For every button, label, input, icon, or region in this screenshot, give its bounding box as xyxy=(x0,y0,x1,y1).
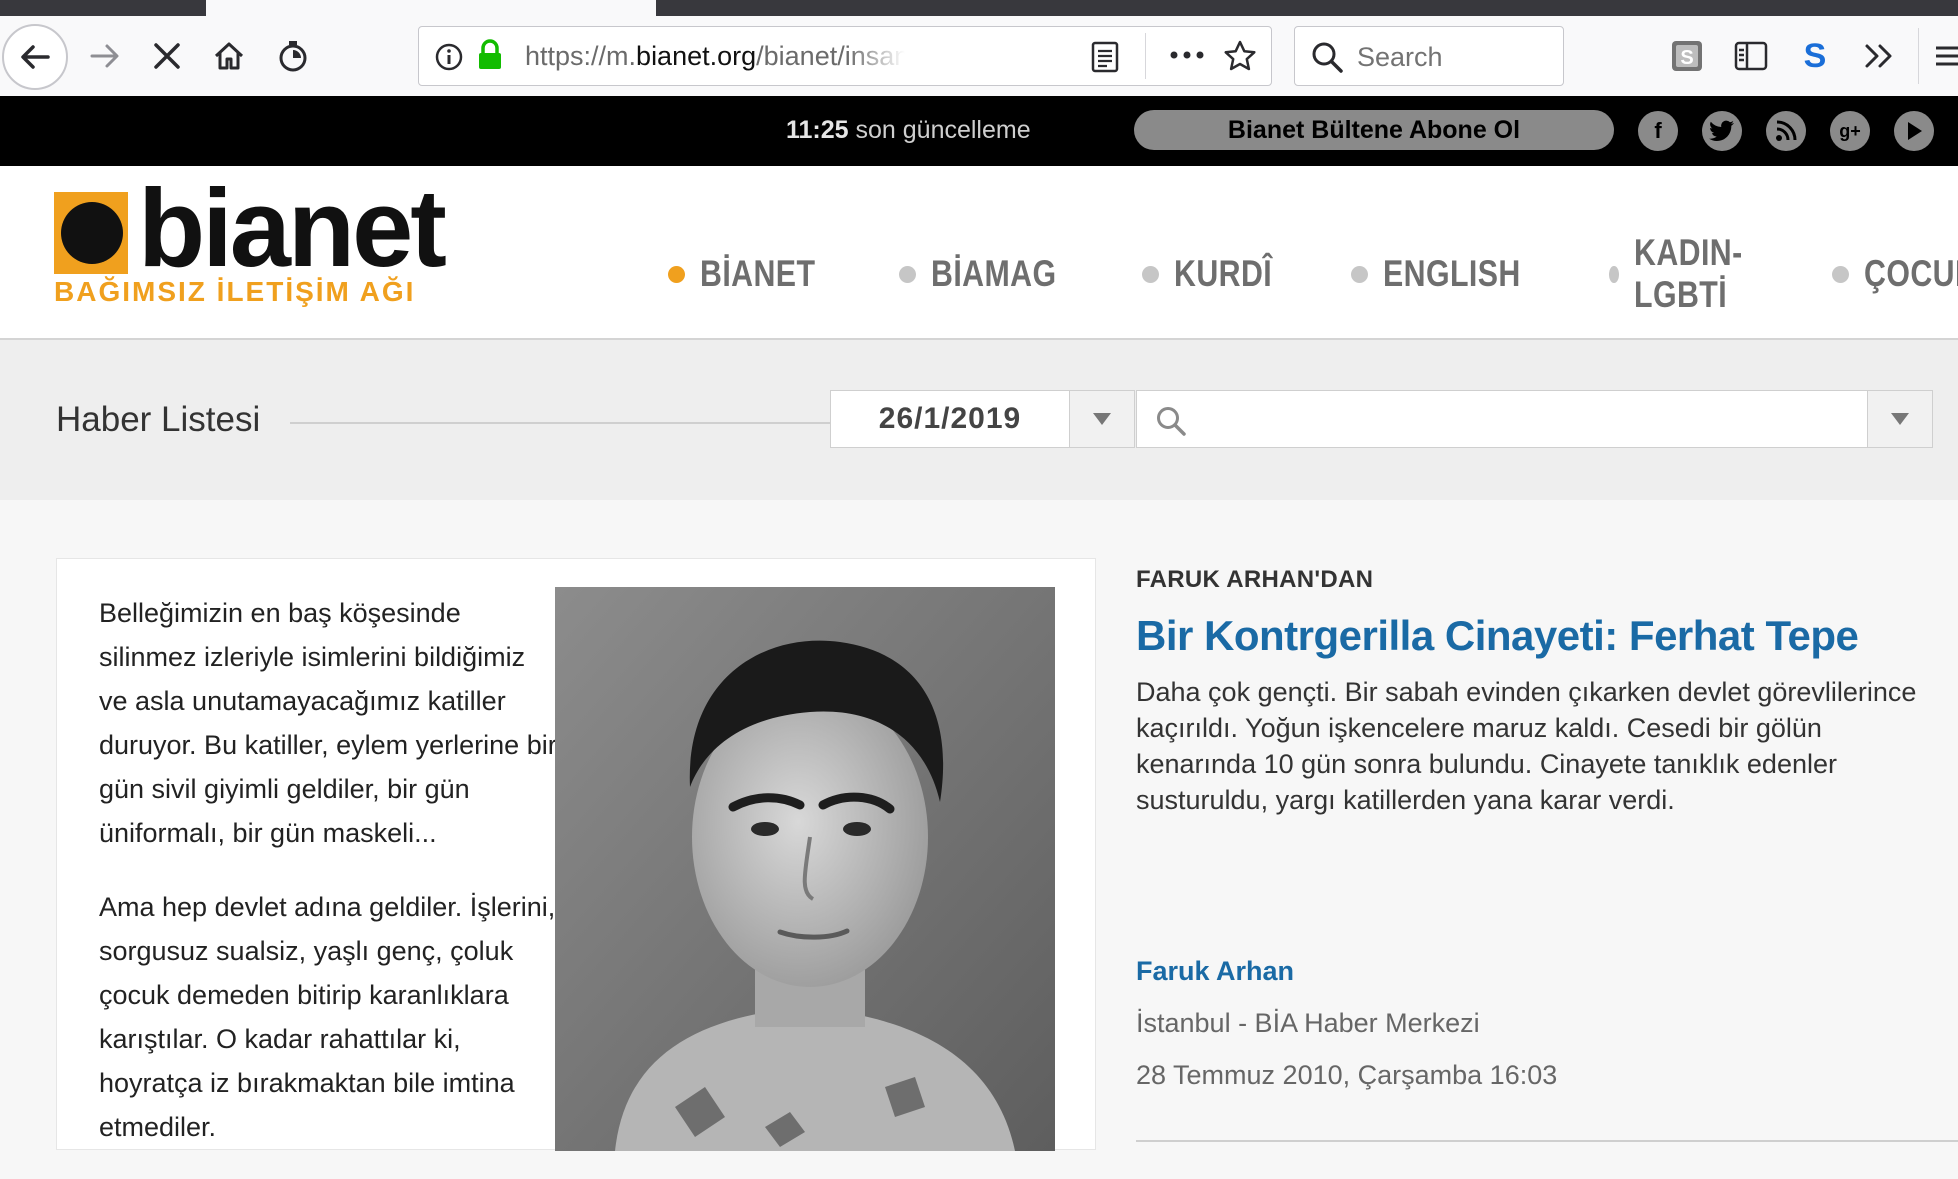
last-update-time: 11:25 xyxy=(786,116,849,144)
forward-button[interactable] xyxy=(82,32,128,80)
active-tab[interactable] xyxy=(206,0,656,16)
date-dropdown-button[interactable] xyxy=(1069,390,1135,448)
article-summary: Daha çok gençti. Bir sabah evinden çıkar… xyxy=(1136,677,1917,815)
twitter-icon[interactable] xyxy=(1702,111,1742,151)
svg-text:S: S xyxy=(1680,47,1693,69)
news-search-input[interactable] xyxy=(1136,390,1868,448)
url-host: bianet.org xyxy=(636,41,757,71)
close-icon xyxy=(154,43,180,69)
main-nav: BİANET BİAMAG KURDÎ ENGLISH KADIN-LGBTİ … xyxy=(668,232,1958,316)
nav-dot-icon xyxy=(1609,265,1620,283)
url-text[interactable]: https://m.bianet.org/bianet/insan-hakla xyxy=(525,41,905,72)
newsletter-subscribe-button[interactable]: Bianet Bültene Abone Ol xyxy=(1134,110,1614,150)
nav-label: KURDÎ xyxy=(1173,253,1272,294)
arrow-left-icon xyxy=(21,45,50,69)
nav-label: KADIN-LGBTİ xyxy=(1634,232,1743,315)
facebook-icon[interactable]: f xyxy=(1638,111,1678,151)
title-divider xyxy=(290,422,830,424)
tab-strip xyxy=(0,0,1958,16)
toolbar-separator xyxy=(1918,28,1919,84)
nav-label: BİANET xyxy=(700,253,816,294)
url-scheme: https://m. xyxy=(525,41,637,71)
site-top-bar: 11:25 son güncelleme Bianet Bültene Abon… xyxy=(0,96,1958,166)
article-photo[interactable] xyxy=(555,587,1055,1151)
logo-mark xyxy=(54,192,136,274)
extension-button[interactable] xyxy=(270,32,316,80)
chevron-double-right-icon xyxy=(1865,44,1892,68)
nav-item-english[interactable]: ENGLISH xyxy=(1351,232,1551,316)
news-list-title: Haber Listesi xyxy=(56,400,261,439)
triangle-down-icon xyxy=(1891,413,1909,425)
browser-search-placeholder: Search xyxy=(1357,42,1443,72)
urlbar-separator xyxy=(1145,33,1146,79)
search-dropdown-button[interactable] xyxy=(1867,390,1933,448)
date-select[interactable]: 26/1/2019 xyxy=(830,390,1070,448)
home-button[interactable] xyxy=(206,32,252,80)
browser-search-bar[interactable]: Search xyxy=(1294,26,1564,86)
sidebar-icon xyxy=(1734,41,1768,71)
last-update: 11:25 son güncelleme xyxy=(786,116,1031,145)
s-letter-icon: S xyxy=(1803,36,1827,75)
nav-dot-icon xyxy=(1351,265,1369,283)
search-icon xyxy=(1312,42,1343,73)
url-bar[interactable]: https://m.bianet.org/bianet/insan-hakla xyxy=(418,26,1272,86)
reader-view-icon[interactable] xyxy=(1091,41,1119,73)
article-card[interactable]: Belleğimizin en baş köşesinde silinmez i… xyxy=(56,558,1096,1151)
nav-dot-icon xyxy=(1831,265,1849,283)
nav-item-kadin-lgbti[interactable]: KADIN-LGBTİ xyxy=(1609,232,1773,316)
more-icon[interactable] xyxy=(1169,47,1205,63)
nav-label: ENGLISH xyxy=(1383,253,1522,294)
sidebar-button[interactable] xyxy=(1728,32,1774,80)
nav-dot-icon xyxy=(668,265,685,283)
overflow-button[interactable] xyxy=(1856,32,1902,80)
excerpt-paragraph-2: Ama hep devlet adına geldiler. İşlerini,… xyxy=(99,892,556,1142)
rss-icon[interactable] xyxy=(1766,111,1806,151)
nav-label: BİAMAG xyxy=(930,253,1057,294)
search-icon xyxy=(1157,407,1186,436)
nav-item-biamag[interactable]: BİAMAG xyxy=(898,232,1084,316)
menu-button[interactable] xyxy=(1934,32,1958,80)
nav-dot-icon xyxy=(898,265,916,283)
site-logo[interactable]: bianet BAĞIMSIZ İLETİŞİM AĞI xyxy=(0,166,470,336)
portrait-photo xyxy=(555,587,1055,1151)
excerpt-paragraph-1: Belleğimizin en baş köşesinde silinmez i… xyxy=(99,598,557,848)
article-headline-link[interactable]: Bir Kontrgerilla Cinayeti: Ferhat Tepe xyxy=(1136,612,1936,660)
timer-icon xyxy=(279,41,307,72)
nav-item-kurdi[interactable]: KURDÎ xyxy=(1141,232,1294,316)
hamburger-icon xyxy=(1936,46,1958,66)
logo-wordmark: bianet xyxy=(138,167,447,290)
info-icon xyxy=(435,43,463,71)
site-header: bianet BAĞIMSIZ İLETİŞİM AĞI BİANET BİAM… xyxy=(0,166,1958,340)
star-icon[interactable] xyxy=(1223,39,1257,73)
article-author-link[interactable]: Faruk Arhan xyxy=(1136,956,1294,987)
lock-icon xyxy=(479,39,501,69)
logo-tagline: BAĞIMSIZ İLETİŞİM AĞI xyxy=(54,276,416,307)
nav-label: ÇOCUK xyxy=(1863,253,1958,294)
article-excerpt: Belleğimizin en baş köşesinde silinmez i… xyxy=(99,591,559,1179)
arrow-right-icon xyxy=(90,44,119,68)
triangle-down-icon xyxy=(1093,413,1111,425)
pocket-button[interactable]: S xyxy=(1664,32,1710,80)
nav-dot-icon xyxy=(1141,265,1159,283)
url-path: /bianet/insan-hakla xyxy=(756,41,905,71)
article-source: İstanbul - BİA Haber Merkezi xyxy=(1136,1008,1480,1038)
google-plus-icon[interactable]: g+ xyxy=(1830,111,1870,151)
article-kicker: FARUK ARHAN'DAN xyxy=(1136,566,1374,593)
home-icon xyxy=(214,42,244,70)
skype-button[interactable]: S xyxy=(1792,32,1838,80)
back-button[interactable] xyxy=(2,24,68,90)
stop-button[interactable] xyxy=(144,32,190,80)
article-divider xyxy=(1136,1140,1958,1142)
youtube-icon[interactable] xyxy=(1894,111,1934,151)
article-date: 28 Temmuz 2010, Çarşamba 16:03 xyxy=(1136,1060,1558,1090)
last-update-label: son güncelleme xyxy=(848,116,1031,144)
nav-item-cocuk[interactable]: ÇOCUK xyxy=(1831,232,1958,316)
news-list-filter-bar: Haber Listesi 26/1/2019 xyxy=(0,340,1958,500)
pocket-icon: S xyxy=(1672,41,1702,71)
browser-toolbar: https://m.bianet.org/bianet/insan-hakla … xyxy=(0,16,1958,97)
nav-item-bianet[interactable]: BİANET xyxy=(668,232,841,316)
